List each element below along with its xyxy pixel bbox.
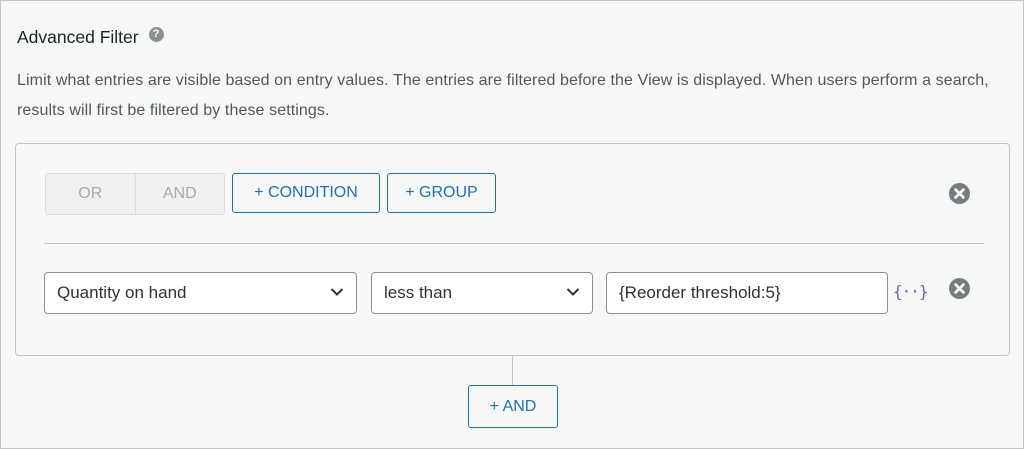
advanced-filter-panel: Advanced Filter ? Limit what entries are… xyxy=(0,0,1024,449)
connector-line xyxy=(512,355,513,385)
help-icon[interactable]: ? xyxy=(148,27,164,42)
title-row: Advanced Filter ? xyxy=(17,27,164,48)
logic-and-button[interactable]: AND xyxy=(134,174,225,214)
add-condition-button[interactable]: + CONDITION xyxy=(232,173,380,213)
merge-tag-icon[interactable]: {··} xyxy=(893,282,929,301)
section-title: Advanced Filter xyxy=(17,27,139,47)
remove-group-icon[interactable] xyxy=(949,183,970,204)
operator-select[interactable]: less than xyxy=(371,272,593,314)
chevron-down-icon xyxy=(566,288,580,296)
value-input-text: {Reorder threshold:5} xyxy=(619,283,781,302)
filter-group: OR AND + CONDITION + GROUP Quantity on h… xyxy=(15,143,1010,356)
add-group-button[interactable]: + GROUP xyxy=(387,173,496,213)
add-and-button[interactable]: + AND xyxy=(468,385,558,428)
field-select-value: Quantity on hand xyxy=(57,283,187,302)
value-input[interactable]: {Reorder threshold:5} xyxy=(606,272,888,314)
remove-condition-icon[interactable] xyxy=(949,278,970,299)
operator-select-value: less than xyxy=(384,283,453,302)
divider xyxy=(44,243,984,244)
section-description: Limit what entries are visible based on … xyxy=(17,72,989,119)
logic-toggle: OR AND xyxy=(45,173,225,215)
field-select[interactable]: Quantity on hand xyxy=(44,272,357,314)
chevron-down-icon xyxy=(330,288,344,296)
logic-or-button[interactable]: OR xyxy=(46,174,135,214)
